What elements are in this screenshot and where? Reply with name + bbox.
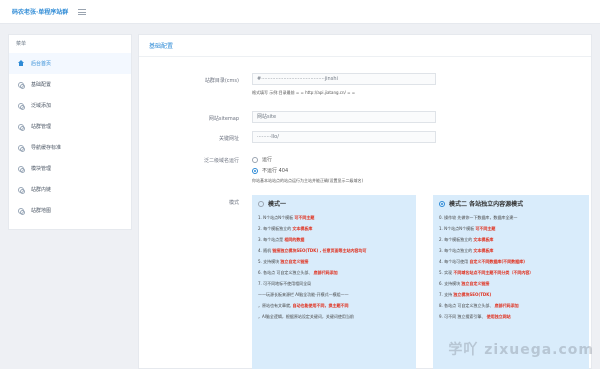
mode-one-title: 模式一 <box>268 201 287 208</box>
mode-one-line: 6. 各站点 可自定义独立头部、 底部代码添加 <box>258 270 338 275</box>
mode-two-line: 5. 实现 不同域名站点不同主题不同分类（不同内容） <box>439 270 534 275</box>
site-dir-input[interactable]: #·······································… <box>252 73 436 85</box>
gear-icon <box>17 165 25 173</box>
sidebar-item-site-manage[interactable]: 站群管理 <box>9 116 131 137</box>
gear-icon <box>17 102 25 110</box>
sidebar-item-label: 站群管理 <box>31 124 52 130</box>
mode-one-line: ，AI脑全逻辑，根据原站设定关键词，关键词使用当前 <box>258 314 354 319</box>
field-label-second-domain: 泛二级域名运行 <box>203 158 239 164</box>
top-bar: 码农老张·单程序站群 <box>0 0 600 24</box>
mode-two-line: 9. 可不同 独立搜索引擎、 使用独立网站 <box>439 314 511 319</box>
sidebar-item-nav-cache[interactable]: 导航缓存标准 <box>9 137 131 158</box>
radio-no-run-label: 不运行 404 <box>262 168 289 174</box>
mode-one-line: ——玩源长板来源栏 AI脑全功能-开模式一模组—— <box>258 292 349 297</box>
sidebar-item-label: 模块管理 <box>31 166 52 172</box>
field-label-sitemap: 网站sitemap <box>208 116 239 122</box>
sidebar-item-label: 站群内链 <box>31 187 52 193</box>
radio-checked-icon[interactable] <box>252 167 258 174</box>
mode-two-line: 6. 支持模块 独立自定义链接 <box>439 281 490 286</box>
keyword-url-input[interactable]: ·········Ilo/ <box>252 131 436 143</box>
mode-two-title: 模式二 各站独立内容源模式 <box>449 201 524 208</box>
mode-one-line: 7. 可不同地标不使用相同全局 <box>258 281 312 286</box>
mode-one-line: 5. 支持模块 独立自定义链接 <box>258 259 309 264</box>
mode-two-title-row[interactable]: 模式二 各站独立内容源模式 <box>439 199 583 208</box>
sidebar-item-label: 导航缓存标准 <box>31 145 62 151</box>
field-label-mode: 模式 <box>228 200 239 206</box>
sitemap-input[interactable]: 网站site <box>252 111 436 123</box>
mode-two-line: 1. N个站点N个模板 可不同主题 <box>439 226 496 231</box>
gear-icon <box>17 81 25 89</box>
sidebar-item-module-manage[interactable]: 模块管理 <box>9 158 131 179</box>
gear-icon <box>17 207 25 215</box>
sidebar-item-label: 泛域添加 <box>31 103 52 109</box>
brand-title[interactable]: 码农老张·单程序站群 <box>12 7 68 16</box>
sidebar-header: 菜单 <box>16 41 27 47</box>
gear-icon <box>17 123 25 131</box>
gear-icon <box>17 186 25 194</box>
sidebar-item-basic-config[interactable]: 基础配置 <box>9 74 131 95</box>
watermark: 学吖 zixuega.com <box>448 342 594 358</box>
mode-two-line: 0. 操作较 先做你一下数据库，数据库全建一 <box>439 215 518 220</box>
mode-one-line: 3. 每个站点是 相同的数据 <box>258 237 305 242</box>
sidebar-item-domain-add[interactable]: 泛域添加 <box>9 95 131 116</box>
mode-one-title-row[interactable]: 模式一 <box>258 199 410 208</box>
sidebar: 菜单 后台首页 基础配置 泛域添加 站群管理 导航缓存标准 模块管理 站群内链 … <box>8 34 132 230</box>
sidebar-item-home[interactable]: 后台首页 <box>9 53 131 74</box>
radio-checked-icon[interactable] <box>439 200 445 207</box>
main-panel: 基础配置 站群目录(cms) #························… <box>138 34 592 369</box>
mode-one-line: 4. 随机 链接独立模块SEO(TDK) , 任意页面等主站内容均可 <box>258 248 367 253</box>
hamburger-icon[interactable] <box>78 8 87 15</box>
mode-two-line: 2. 每个模板独立的 文本模板库 <box>439 237 494 242</box>
mode-one-line: ，原站也有文章就, 自动也能使用不同，换主题不同 <box>258 303 349 308</box>
mode-two-line: 4. 每个站可使用 自定义不同数据库(不同数据库) <box>439 259 526 264</box>
sidebar-item-label: 站群地图 <box>31 208 52 214</box>
sidebar-item-label: 基础配置 <box>31 82 52 88</box>
mode-two-line: 7. 支持 独立模块SEO(TDK) <box>439 292 492 297</box>
mode-two-line: 3. 每个站点独立的 文本模板库 <box>439 248 494 253</box>
mode-one-box[interactable]: 模式一 1. N个站点N个模板 可不同主题 2. 每个模板独立的 文本模板库 3… <box>252 195 416 369</box>
radio-run[interactable]: 运行 <box>252 156 272 163</box>
page-title: 基础配置 <box>139 35 591 57</box>
field-label-site-dir: 站群目录(cms) <box>204 78 239 84</box>
sidebar-item-internal-links[interactable]: 站群内链 <box>9 179 131 200</box>
sidebar-item-label: 后台首页 <box>31 61 52 67</box>
mode-two-line: 8. 各站点 可自定义独立头部、 底部代码添加 <box>439 303 519 308</box>
radio-unchecked-icon[interactable] <box>252 156 258 163</box>
field-label-keyword-url: 关键网址 <box>218 136 239 142</box>
gear-icon <box>17 144 25 152</box>
mode-one-line: 2. 每个模板独立的 文本模板库 <box>258 226 313 231</box>
radio-unchecked-icon[interactable] <box>258 200 264 207</box>
home-icon <box>17 59 25 68</box>
mode-one-line: 1. N个站点N个模板 可不同主题 <box>258 215 315 220</box>
site-dir-hint: 格式填写 示例:目录最前 = = http://api.jiatang.cn/ … <box>252 90 356 95</box>
second-domain-hint: 你站基本站站点的站点运行为主站并能正确(设置显示二级域名) <box>252 178 364 183</box>
radio-no-run-404[interactable]: 不运行 404 <box>252 167 288 174</box>
radio-run-label: 运行 <box>262 157 273 163</box>
sidebar-item-site-map[interactable]: 站群地图 <box>9 200 131 221</box>
